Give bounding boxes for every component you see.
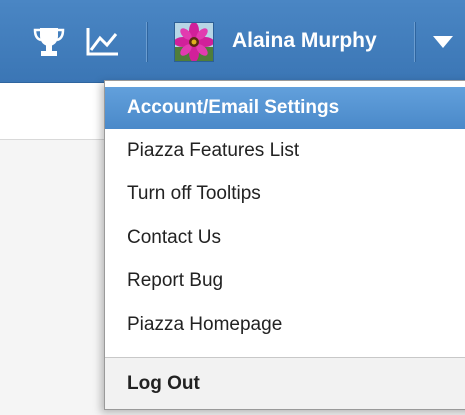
logout-menu-item[interactable]: Log Out [105, 363, 465, 405]
trophy-icon[interactable] [32, 22, 66, 62]
flower-avatar-icon [175, 23, 213, 61]
menu-item-features-list[interactable]: Piazza Features List [105, 130, 465, 172]
menu-item-account-settings[interactable]: Account/Email Settings [105, 87, 465, 129]
top-nav-bar: Alaina Murphy [0, 0, 465, 83]
caret-down-icon[interactable] [432, 35, 454, 49]
menu-item-piazza-homepage[interactable]: Piazza Homepage [105, 304, 465, 346]
avatar[interactable] [174, 22, 214, 62]
menu-item-contact-us[interactable]: Contact Us [105, 217, 465, 259]
user-name[interactable]: Alaina Murphy [232, 29, 377, 53]
nav-divider [414, 22, 416, 62]
menu-item-turn-off-tooltips[interactable]: Turn off Tooltips [105, 173, 465, 215]
menu-item-report-bug[interactable]: Report Bug [105, 260, 465, 302]
nav-divider [146, 22, 148, 62]
graph-icon[interactable] [82, 22, 122, 62]
account-dropdown-menu: Account/Email Settings Piazza Features L… [104, 80, 465, 410]
